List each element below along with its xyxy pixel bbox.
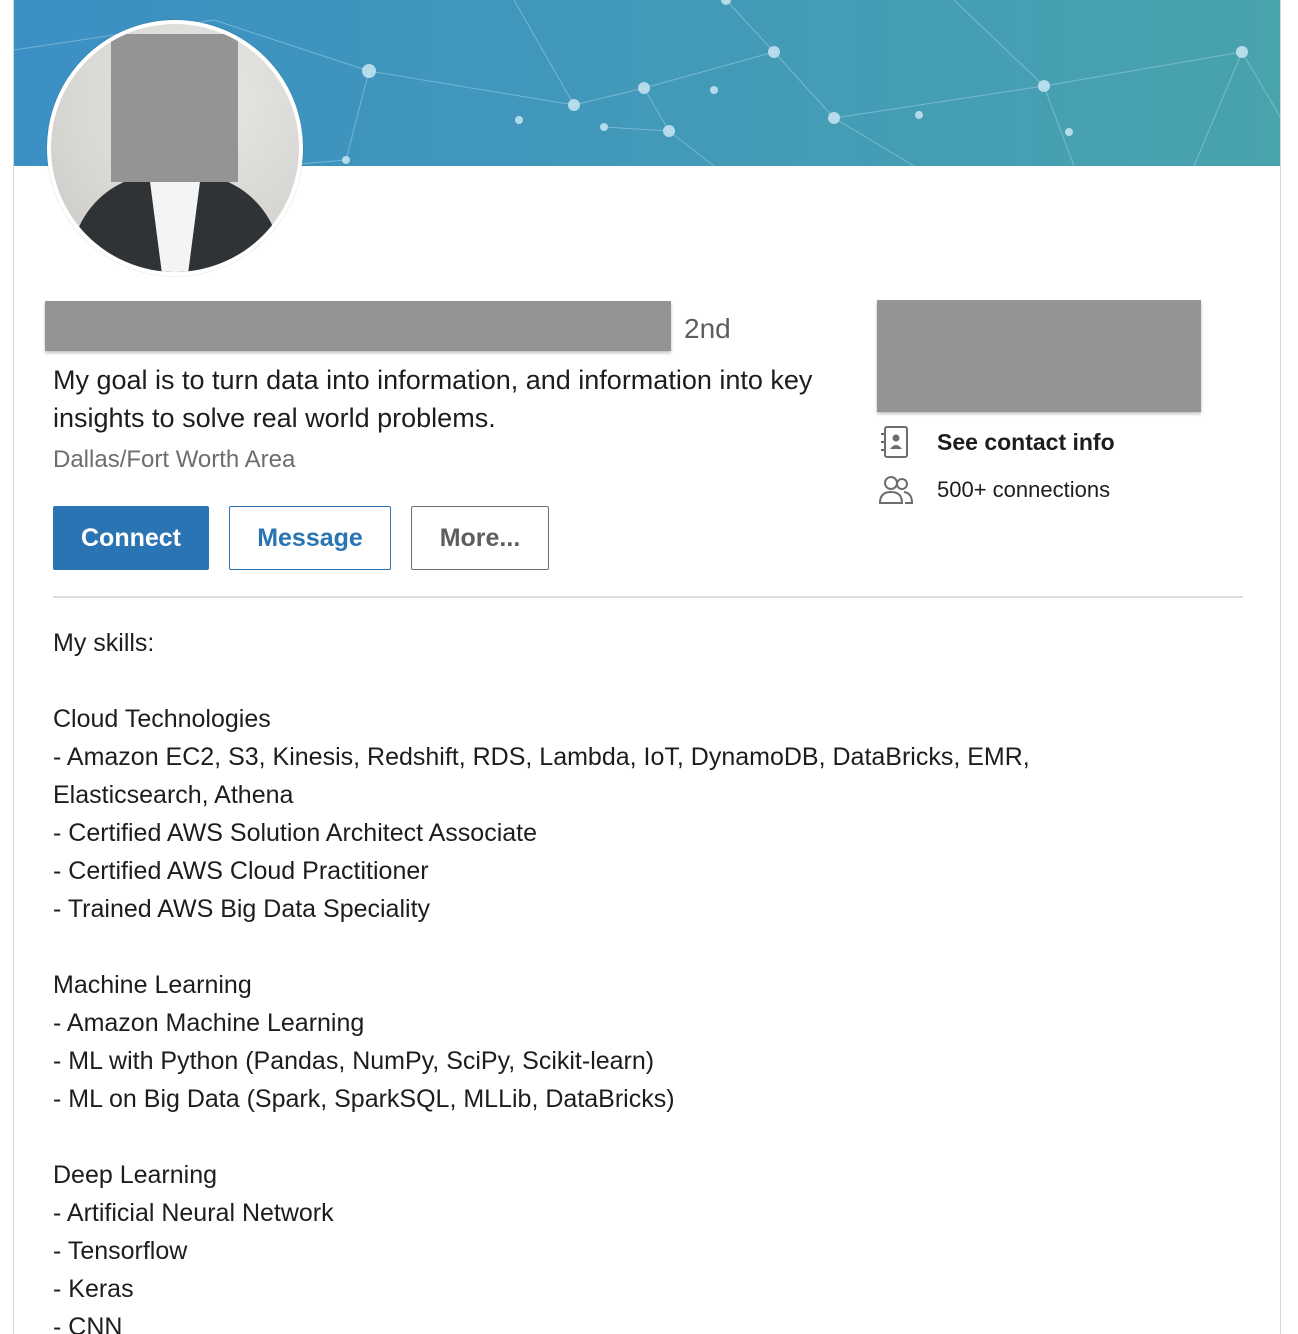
summary-line: - Amazon EC2, S3, Kinesis, Redshift, RDS… [53, 743, 1030, 771]
profile-photo[interactable] [47, 20, 303, 276]
connect-button[interactable]: Connect [53, 506, 209, 570]
people-icon [878, 476, 914, 504]
divider [53, 596, 1243, 598]
summary-line: - Artificial Neural Network [53, 1199, 334, 1227]
contact-info-label: See contact info [937, 428, 1115, 455]
summary-line: Deep Learning [53, 1161, 218, 1189]
summary-line: - ML on Big Data (Spark, SparkSQL, MLLib… [53, 1085, 675, 1113]
summary-line: - Certified AWS Cloud Practitioner [53, 857, 429, 885]
more-button[interactable]: More... [411, 506, 549, 570]
summary-line: - CNN [53, 1313, 123, 1334]
summary-line: - Trained AWS Big Data Speciality [53, 895, 431, 923]
summary-line: Cloud Technologies [53, 705, 271, 733]
summary-line: Elasticsearch, Athena [53, 781, 294, 809]
location: Dallas/Fort Worth Area [53, 446, 296, 473]
summary-line [53, 928, 1233, 966]
summary-line: My skills: [53, 629, 155, 657]
company-redaction [877, 300, 1201, 412]
message-button[interactable]: Message [229, 506, 391, 570]
summary-line: - Tensorflow [53, 1237, 188, 1265]
profile-card: 2nd My goal is to turn data into informa… [13, 0, 1281, 1334]
see-contact-info-link[interactable]: See contact info [877, 424, 1115, 460]
summary-line: - Amazon Machine Learning [53, 1009, 365, 1037]
summary-line: - Certified AWS Solution Architect Assoc… [53, 819, 538, 847]
summary: My skills: Cloud Technologies - Amazon E… [53, 624, 1233, 1334]
face-redaction [111, 34, 238, 182]
summary-line: - Keras [53, 1275, 134, 1303]
connections-link[interactable]: 500+ connections [877, 472, 1110, 508]
address-book-icon [881, 426, 908, 458]
summary-line [53, 662, 1233, 700]
avatar [51, 24, 299, 272]
connection-degree: 2nd [684, 313, 731, 344]
summary-line: Machine Learning [53, 971, 252, 999]
summary-line [53, 1118, 1233, 1156]
name-redaction [45, 301, 671, 351]
connections-label: 500+ connections [937, 477, 1111, 502]
summary-line: - ML with Python (Pandas, NumPy, SciPy, … [53, 1047, 655, 1075]
headline: My goal is to turn data into information… [53, 365, 813, 433]
